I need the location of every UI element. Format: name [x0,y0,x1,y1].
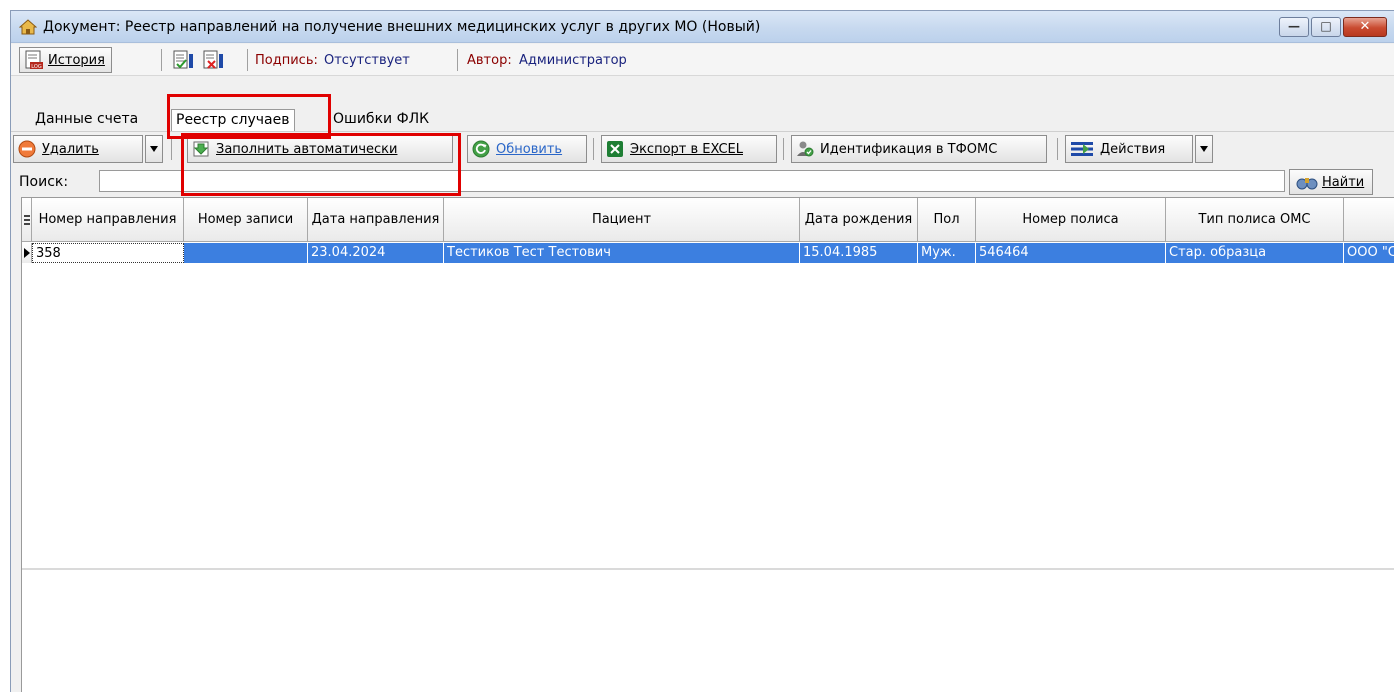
toolbar-separator [171,138,172,160]
delete-button[interactable]: Удалить [13,135,143,163]
search-row: Поиск: Найти [11,167,1394,197]
search-input[interactable] [99,170,1285,192]
signature-status: Отсутствует [324,53,410,68]
grid-splitter[interactable] [22,568,1394,570]
maximize-icon: □ [1320,19,1332,33]
log-icon: LOG [25,50,43,70]
chevron-down-icon [150,146,158,152]
tab-cases-registry[interactable]: Реестр случаев [171,109,295,131]
toolbar-separator [247,49,248,71]
column-header-patient[interactable]: Пациент [444,198,800,242]
find-label: Найти [1322,174,1365,190]
cases-grid: Номер направления Номер записи Дата напр… [21,197,1394,692]
author-value: Администратор [519,53,627,68]
column-chooser-icon[interactable] [22,198,32,242]
remove-signature-icon[interactable] [203,50,225,70]
actions-icon [1071,142,1093,156]
column-header-insurer[interactable] [1344,198,1394,242]
refresh-label: Обновить [496,141,563,157]
export-excel-label: Экспорт в EXCEL [630,141,743,157]
toolbar-separator [161,49,162,71]
toolbar-separator [457,49,458,71]
document-window: Документ: Реестр направлений на получени… [10,10,1394,692]
table-cell[interactable]: 358 [32,243,184,263]
delete-dropdown-button[interactable] [145,135,163,163]
toolbar-separator [593,138,594,160]
column-header-referral-date[interactable]: Дата направления [308,198,444,242]
close-icon: ✕ [1359,19,1371,34]
export-excel-button[interactable]: Экспорт в EXCEL [601,135,777,163]
tab-flk-errors[interactable]: Ошибки ФЛК [329,109,433,131]
history-label: История [48,52,105,68]
fill-automatically-label: Заполнить автоматически [216,141,398,157]
actions-menu-label: Действия [1100,141,1166,157]
delete-label: Удалить [42,141,99,157]
refresh-button[interactable]: Обновить [467,135,587,163]
table-cell[interactable]: 546464 [976,243,1166,263]
table-cell[interactable]: Стар. образца [1166,243,1344,263]
actions-menu-button[interactable]: Действия [1065,135,1193,163]
fill-download-icon [193,141,209,157]
identify-tfoms-button[interactable]: Идентификация в ТФОМС [791,135,1047,163]
sign-document-icon[interactable] [173,50,195,70]
action-toolbar: Удалить Заполнить автоматически Обновить [11,131,1394,165]
column-header-sex[interactable]: Пол [918,198,976,242]
close-button[interactable]: ✕ [1343,17,1387,37]
toolbar-separator [459,138,460,160]
table-cell[interactable] [184,243,308,263]
minimize-icon: — [1288,19,1300,33]
column-header-policy-type[interactable]: Тип полиса ОМС [1166,198,1344,242]
signature-label: Подпись: [255,53,318,68]
log-icon-text: LOG [31,64,42,70]
title-bar: Документ: Реестр направлений на получени… [11,11,1394,43]
table-row[interactable]: 358 23.04.2024 Тестиков Тест Тестович 15… [32,243,1394,263]
binoculars-icon [1296,178,1318,190]
column-header-birth-date[interactable]: Дата рождения [800,198,918,242]
toolbar-separator [1057,138,1058,160]
identify-user-icon [797,141,814,157]
home-icon [19,19,37,35]
identify-tfoms-label: Идентификация в ТФОМС [820,141,998,157]
chevron-down-icon [1200,146,1208,152]
minimize-button[interactable]: — [1279,17,1309,37]
table-cell[interactable]: Тестиков Тест Тестович [444,243,800,263]
tab-account-data[interactable]: Данные счета [31,109,142,131]
delete-icon [18,140,36,158]
column-header-referral-number[interactable]: Номер направления [32,198,184,242]
search-label: Поиск: [19,174,69,190]
history-button[interactable]: LOG История [19,47,112,73]
current-row-indicator [22,243,32,263]
table-cell[interactable]: 23.04.2024 [308,243,444,263]
table-cell[interactable]: Муж. [918,243,976,263]
window-controls: — □ ✕ [1279,17,1387,37]
table-cell[interactable]: ООО "С [1344,243,1394,263]
document-toolbar: LOG История Подпись: Отсутствует Автор: … [11,44,1394,76]
column-header-policy-number[interactable]: Номер полиса [976,198,1166,242]
fill-automatically-button[interactable]: Заполнить автоматически [187,135,453,163]
refresh-icon [472,140,490,158]
window-title: Документ: Реестр направлений на получени… [43,19,761,35]
table-cell[interactable]: 15.04.1985 [800,243,918,263]
toolbar-separator [783,138,784,160]
find-button[interactable]: Найти [1289,169,1373,195]
actions-dropdown-button[interactable] [1195,135,1213,163]
author-label: Автор: [467,53,512,68]
column-header-record-number[interactable]: Номер записи [184,198,308,242]
maximize-button[interactable]: □ [1311,17,1341,37]
excel-icon [607,141,623,157]
